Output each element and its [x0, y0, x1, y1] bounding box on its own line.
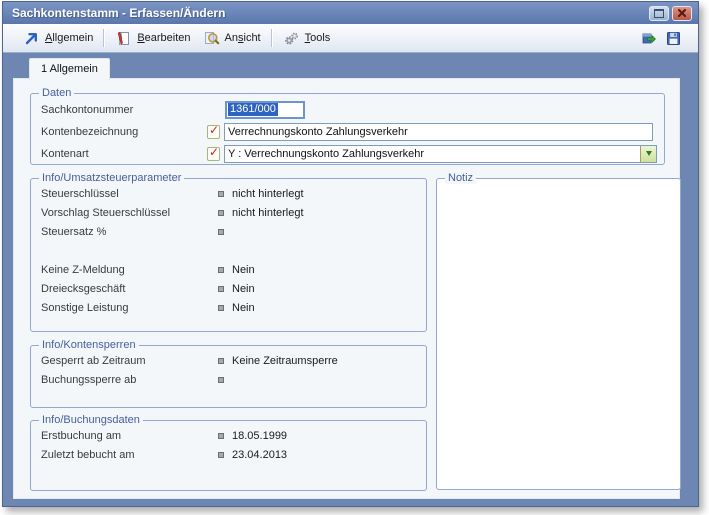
- bullet-icon: [218, 432, 224, 439]
- group-umsatzsteuer-legend: Info/Umsatzsteuerparameter: [39, 173, 185, 184]
- info-row: Dreiecksgeschäft Nein: [41, 279, 426, 298]
- toolbar-separator: [103, 29, 106, 47]
- info-label: Buchungssperre ab: [41, 373, 137, 386]
- field-label: Kontenart: [41, 147, 89, 160]
- info-row: Erstbuchung am 18.05.1999: [41, 426, 426, 445]
- info-value: Nein: [232, 263, 255, 276]
- bullet-icon: [218, 357, 224, 364]
- group-buchungsdaten-legend: Info/Buchungsdaten: [39, 415, 143, 426]
- app-window: Sachkontenstamm - Erfassen/Ändern Allgem…: [2, 1, 699, 507]
- notiz-textarea[interactable]: [439, 194, 678, 487]
- bullet-icon: [218, 228, 224, 235]
- check-note-icon: ✓: [207, 144, 220, 161]
- toolbar-item-ansicht[interactable]: Ansicht: [197, 28, 267, 49]
- info-row: Zuletzt bebucht am 23.04.2013: [41, 445, 426, 464]
- export-button[interactable]: [636, 28, 661, 49]
- toolbar-item-bearbeiten[interactable]: Bearbeiten: [109, 28, 196, 49]
- group-daten: Daten Sachkontonummer 1361/000 Kontenbez…: [30, 87, 665, 165]
- arrow-northeast-icon: [25, 32, 37, 44]
- row-spacer: [41, 241, 426, 260]
- bullet-icon: [218, 451, 224, 458]
- info-row: Sonstige Leistung Nein: [41, 298, 426, 317]
- group-umsatzsteuerparameter: Info/Umsatzsteuerparameter Steuerschlüss…: [30, 172, 427, 332]
- group-kontensperren: Info/Kontensperren Gesperrt ab Zeitraum …: [30, 339, 427, 408]
- export-book-arrow-icon: [642, 33, 656, 43]
- toolbar-item-tools[interactable]: Tools: [277, 28, 337, 49]
- info-row: Steuerschlüssel nicht hinterlegt: [41, 184, 426, 203]
- info-label: Vorschlag Steuerschlüssel: [41, 206, 171, 219]
- info-value: nicht hinterlegt: [232, 187, 304, 200]
- field-label: Sachkontonummer: [41, 103, 134, 116]
- info-label: Sonstige Leistung: [41, 301, 129, 314]
- group-notiz: Notiz: [436, 172, 681, 490]
- close-x-icon: [677, 8, 687, 18]
- main-area: 1 Allgemein Daten Sachkontonummer 1361/0…: [4, 53, 697, 505]
- info-value: Nein: [232, 301, 255, 314]
- group-daten-legend: Daten: [39, 88, 75, 99]
- sachkontonummer-input[interactable]: 1361/000: [225, 100, 305, 119]
- content-panel: Daten Sachkontonummer 1361/000 Kontenbez…: [13, 78, 681, 499]
- info-label: Steuersatz %: [41, 225, 107, 238]
- form-row-kontenbezeichnung: Kontenbezeichnung ✓: [41, 121, 664, 142]
- info-label: Steuerschlüssel: [41, 187, 119, 200]
- info-row: Buchungssperre ab: [41, 370, 426, 389]
- toolbar: Allgemein Bearbeiten Ansicht Tools: [3, 24, 698, 53]
- titlebar: Sachkontenstamm - Erfassen/Ändern: [3, 2, 698, 24]
- bullet-icon: [218, 266, 224, 273]
- restore-window-icon: [654, 8, 664, 18]
- kontenbezeichnung-input[interactable]: [224, 122, 653, 141]
- bullet-icon: [218, 304, 224, 311]
- info-label: Zuletzt bebucht am: [41, 448, 135, 461]
- chevron-down-icon: [645, 151, 652, 156]
- info-value: Keine Zeitraumsperre: [232, 354, 338, 367]
- field-label: Kontenbezeichnung: [41, 125, 139, 138]
- kontenart-selected-value: Y : Verrechnungskonto Zahlungsverkehr: [228, 147, 425, 160]
- group-buchungsdaten: Info/Buchungsdaten Erstbuchung am 18.05.…: [30, 414, 427, 491]
- kontenart-select[interactable]: Y : Verrechnungskonto Zahlungsverkehr: [224, 144, 657, 163]
- info-row: Vorschlag Steuerschlüssel nicht hinterle…: [41, 203, 426, 222]
- selected-text: 1361/000: [228, 103, 278, 116]
- bullet-icon: [218, 376, 224, 383]
- info-label: Gesperrt ab Zeitraum: [41, 354, 146, 367]
- magnifier-page-icon: [204, 31, 219, 44]
- notebook-pen-icon: [118, 31, 130, 45]
- info-row: Steuersatz %: [41, 222, 426, 241]
- save-floppy-icon: [667, 31, 680, 45]
- gears-icon: [284, 32, 298, 45]
- restore-button[interactable]: [649, 5, 669, 21]
- group-kontensperren-legend: Info/Kontensperren: [39, 340, 139, 351]
- bullet-icon: [218, 209, 224, 216]
- bullet-icon: [218, 190, 224, 197]
- bullet-icon: [218, 285, 224, 292]
- group-notiz-legend: Notiz: [445, 173, 477, 184]
- info-label: Keine Z-Meldung: [41, 263, 125, 276]
- info-row: Gesperrt ab Zeitraum Keine Zeitraumsperr…: [41, 351, 426, 370]
- window-title: Sachkontenstamm - Erfassen/Ändern: [12, 6, 226, 20]
- form-row-sachkontonummer: Sachkontonummer 1361/000: [41, 99, 664, 120]
- toolbar-separator: [270, 29, 273, 47]
- info-row: Keine Z-Meldung Nein: [41, 260, 426, 279]
- toolbar-item-allgemein[interactable]: Allgemein: [17, 28, 99, 49]
- desktop: Sachkontenstamm - Erfassen/Ändern Allgem…: [0, 0, 709, 515]
- info-value: 18.05.1999: [232, 429, 288, 442]
- info-label: Dreiecksgeschäft: [41, 282, 126, 295]
- window-controls: [649, 5, 692, 21]
- form-row-kontenart: Kontenart ✓ Y : Verrechnungskonto Zahlun…: [41, 143, 664, 164]
- info-value: Nein: [232, 282, 255, 295]
- info-value: 23.04.2013: [232, 448, 288, 461]
- info-value: nicht hinterlegt: [232, 206, 304, 219]
- tab-allgemein[interactable]: 1 Allgemein: [29, 58, 110, 80]
- close-button[interactable]: [672, 5, 692, 21]
- check-note-icon: ✓: [207, 122, 220, 139]
- save-button[interactable]: [661, 28, 686, 49]
- info-label: Erstbuchung am: [41, 429, 122, 442]
- dropdown-button[interactable]: [640, 145, 656, 162]
